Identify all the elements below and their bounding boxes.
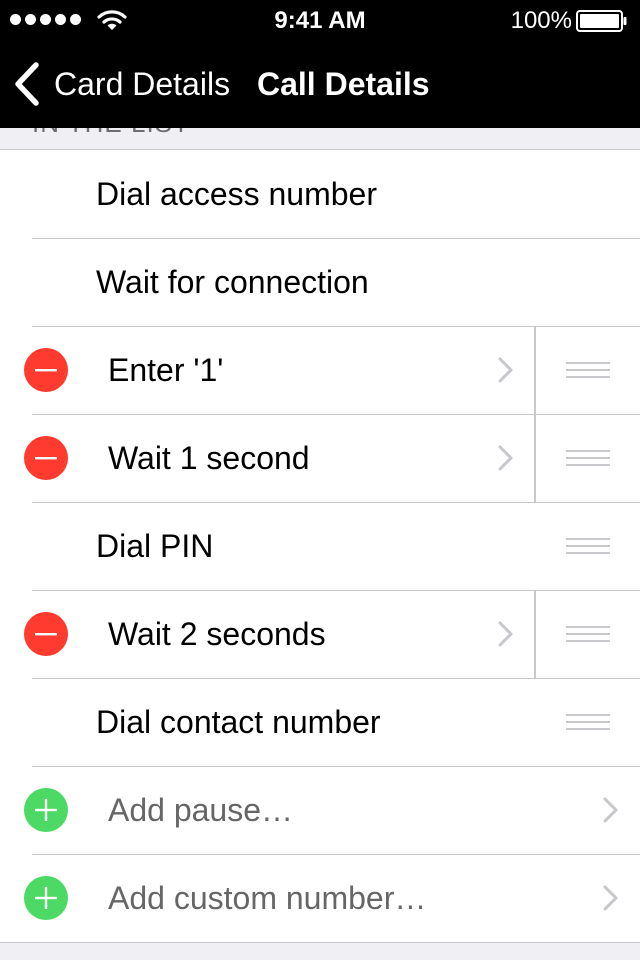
divider (534, 415, 536, 502)
battery-percent: 100% (510, 7, 572, 34)
status-bar: 9:41 AM 100% (0, 0, 640, 40)
delete-icon[interactable] (24, 348, 68, 392)
divider (534, 327, 536, 414)
row-label: Dial contact number (96, 704, 381, 740)
page-title: Call Details (257, 66, 430, 102)
list-item-dial-access-number: Dial access number (0, 150, 640, 238)
list-item-dial-contact-number: Dial contact number (0, 678, 640, 766)
delete-icon[interactable] (24, 612, 68, 656)
divider (534, 591, 536, 678)
row-label: Dial access number (96, 176, 377, 212)
reorder-handle-icon[interactable] (566, 714, 610, 730)
add-icon[interactable] (24, 788, 68, 832)
reorder-handle-icon[interactable] (566, 626, 610, 642)
row-label: Enter '1' (108, 352, 224, 388)
chevron-right-icon (498, 445, 513, 471)
list-item-wait-2-seconds[interactable]: Wait 2 seconds (0, 590, 640, 678)
reorder-handle-icon[interactable] (566, 450, 610, 466)
call-steps-list: Dial access number Wait for connection E… (0, 149, 640, 943)
list-item-wait-for-connection: Wait for connection (0, 238, 640, 326)
delete-icon[interactable] (24, 436, 68, 480)
back-button-label: Card Details (54, 66, 231, 102)
list-item-wait-1-second[interactable]: Wait 1 second (0, 414, 640, 502)
add-custom-number-button[interactable]: Add custom number… (0, 854, 640, 942)
chevron-left-icon (15, 62, 39, 106)
battery-full-icon (576, 10, 627, 32)
add-pause-button[interactable]: Add pause… (0, 766, 640, 854)
list-item-enter-1[interactable]: Enter '1' (0, 326, 640, 414)
back-button[interactable]: Card Details (12, 58, 230, 110)
chevron-right-icon (498, 357, 513, 383)
row-label: Add pause… (108, 792, 294, 828)
chevron-right-icon (603, 797, 618, 823)
chevron-right-icon (498, 621, 513, 647)
list-item-dial-pin: Dial PIN (0, 502, 640, 590)
row-label: Wait 1 second (108, 440, 310, 476)
row-label: Wait 2 seconds (108, 616, 326, 652)
chevron-right-icon (603, 885, 618, 911)
call-details-screen: IN THE LIST 9:41 AM 100% Card Details Ca… (0, 0, 640, 960)
row-label: Add custom number… (108, 880, 427, 916)
navigation-bar: Card Details Call Details (0, 40, 640, 128)
reorder-handle-icon[interactable] (566, 538, 610, 554)
reorder-handle-icon[interactable] (566, 362, 610, 378)
row-label: Wait for connection (96, 264, 369, 300)
row-label: Dial PIN (96, 528, 214, 564)
add-icon[interactable] (24, 876, 68, 920)
